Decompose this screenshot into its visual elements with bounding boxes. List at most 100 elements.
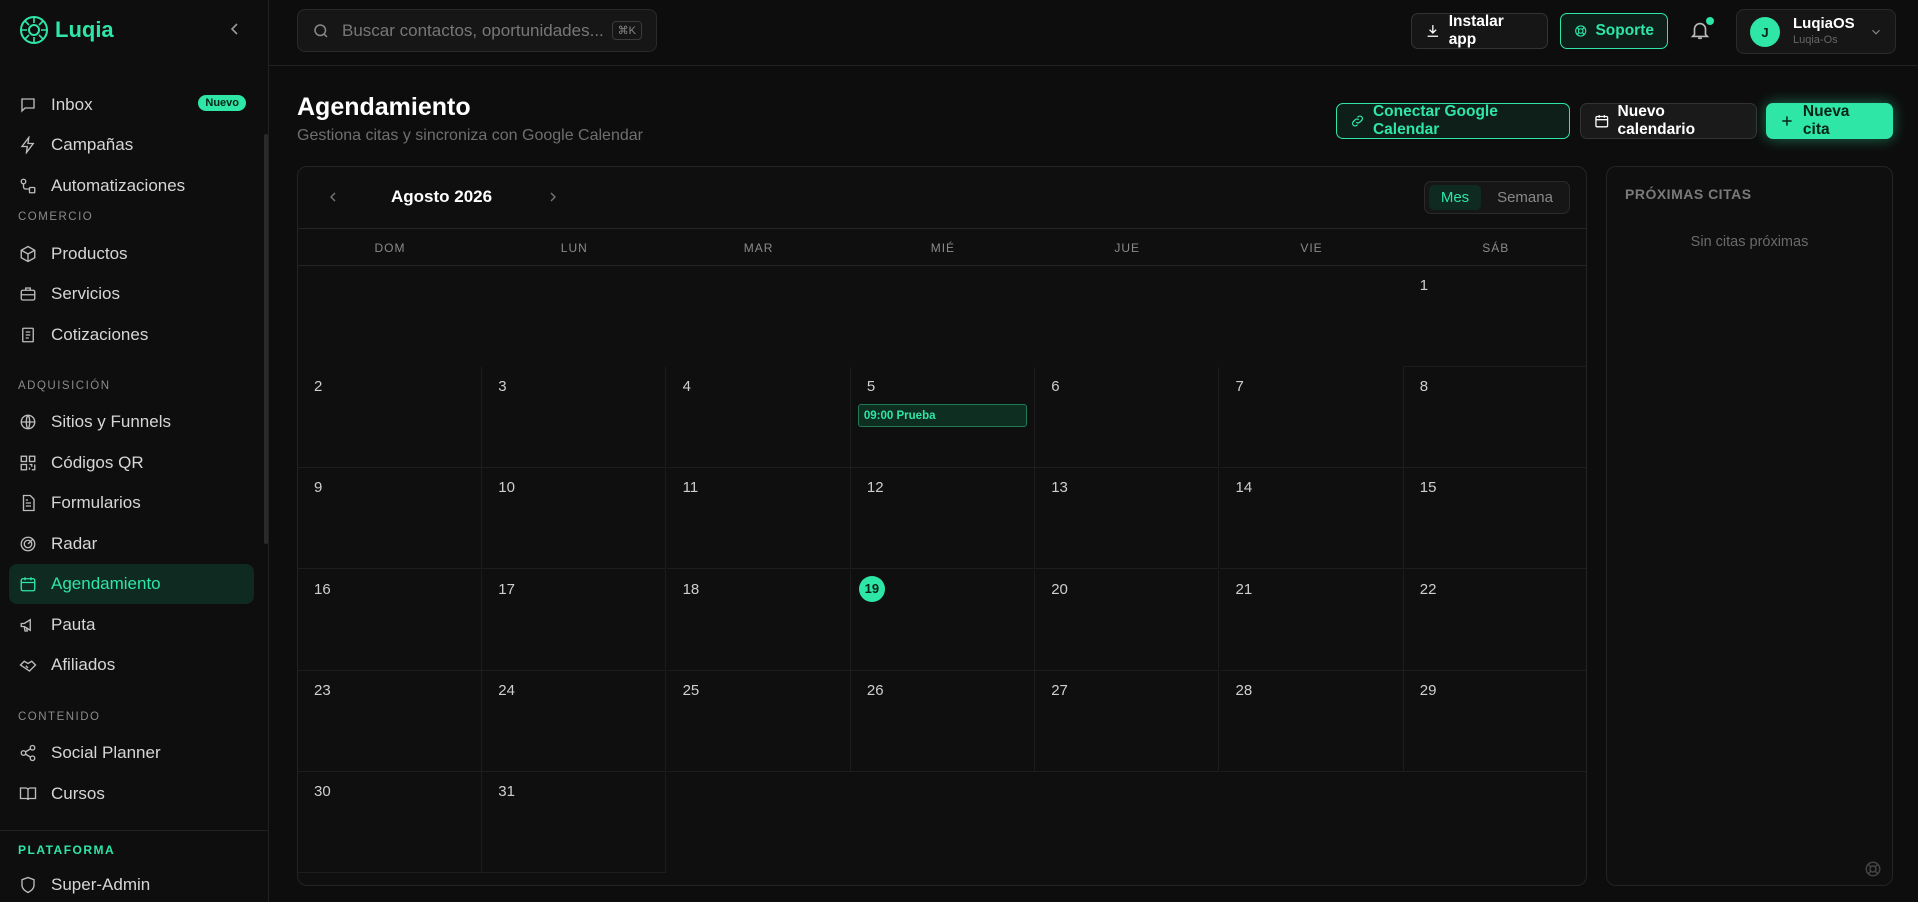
new-appointment-button[interactable]: Nueva cita [1766,103,1893,139]
day-cell[interactable]: 11 [666,468,851,570]
sidebar-item-campaigns[interactable]: Campañas [9,125,254,165]
search-box[interactable]: ⌘K [297,9,657,52]
sidebar-item-social-planner[interactable]: Social Planner [9,733,254,773]
brand-name: Luqia [55,17,114,42]
chevron-left-icon [230,23,238,35]
sidebar-item-super-admin[interactable]: Super-Admin [9,865,254,902]
day-cell[interactable]: 19 [850,569,1035,671]
chevron-left-icon [330,192,336,202]
day-number: 7 [1235,378,1244,396]
day-cell[interactable]: 21 [1219,569,1404,671]
new-badge: Nuevo [198,95,246,111]
next-month-button[interactable] [545,189,561,205]
sidebar-item-label: Inbox [51,95,93,114]
day-cell[interactable]: 8 [1403,367,1586,469]
day-cell[interactable]: 26 [850,670,1035,772]
upcoming-title: PRÓXIMAS CITAS [1625,186,1752,202]
day-number: 14 [1235,479,1253,497]
day-number: 23 [314,681,331,699]
day-cell[interactable]: 17 [482,569,667,671]
day-cell[interactable]: 12 [850,468,1035,570]
search-input[interactable] [342,20,612,41]
sidebar-item-products[interactable]: Productos [9,234,254,274]
lifebuoy-icon [1575,25,1587,37]
empty-cell [1404,772,1586,873]
day-cell[interactable]: 13 [1035,468,1220,570]
help-button[interactable] [1864,860,1882,878]
collapse-sidebar-button[interactable] [225,19,245,39]
luqia-logo-icon [20,16,48,44]
new-calendar-button[interactable]: Nuevo calendario [1580,103,1757,139]
day-cell[interactable]: 18 [666,569,851,671]
handshake-icon [19,660,37,672]
section-label-plataforma: PLATAFORMA [18,843,116,857]
sidebar-item-scheduling[interactable]: Agendamiento [9,564,254,604]
day-cell[interactable]: 24 [482,670,667,772]
section-label-contenido: CONTENIDO [18,711,101,723]
weekday-label: SÁB [1482,241,1510,255]
month-view-button[interactable]: Mes [1429,185,1481,210]
day-cell[interactable]: 30 [298,772,482,873]
day-cell[interactable]: 3 [482,367,667,469]
sidebar-item-forms[interactable]: Formularios [9,483,254,523]
day-cell[interactable]: 5 09:00 Prueba [850,367,1035,469]
sidebar-item-label: Afiliados [51,655,116,674]
day-cell[interactable]: 16 [298,569,482,671]
sidebar-item-sites[interactable]: Sitios y Funnels [9,402,254,442]
page-title: Agendamiento [297,93,471,121]
calendar-event[interactable]: 09:00 Prueba [857,404,1027,428]
day-number: 8 [1419,378,1429,396]
sidebar-item-qr[interactable]: Códigos QR [9,443,254,483]
day-cell[interactable]: 23 [298,670,482,772]
day-number: 2 [314,378,323,396]
empty-cell [482,266,666,367]
day-cell[interactable]: 7 [1219,367,1404,469]
notification-dot [1706,17,1714,25]
day-cell[interactable]: 10 [482,468,667,570]
user-menu[interactable]: J LuqiaOS Luqia-Os [1736,9,1896,54]
day-cell[interactable]: 27 [1035,670,1220,772]
day-cell[interactable]: 14 [1219,468,1404,570]
day-number: 3 [498,378,507,396]
sidebar-item-radar[interactable]: Radar [9,524,254,564]
day-number: 10 [498,479,515,497]
install-app-button[interactable]: Instalar app [1411,13,1548,49]
previous-month-button[interactable] [325,189,341,205]
day-cell[interactable]: 15 [1403,468,1586,570]
sidebar-item-automations[interactable]: Automatizaciones [9,166,254,206]
day-cell[interactable]: 2 [298,367,482,469]
sidebar-scrollbar[interactable] [264,134,268,544]
support-button[interactable]: Soporte [1560,13,1668,49]
sidebar-item-quotes[interactable]: Cotizaciones [9,315,254,355]
day-cell[interactable]: 25 [666,670,851,772]
sidebar-item-label: Super-Admin [51,875,151,894]
shield-icon [21,876,35,894]
calendar-header: Agosto 2026 Mes Semana [298,167,1586,229]
weekday-label: VIE [1300,241,1323,255]
package-icon [20,245,36,263]
sidebar-item-inbox[interactable]: Inbox Nuevo [9,85,254,125]
day-cell[interactable]: 31 [482,772,667,873]
month-label: Agosto 2026 [391,187,493,206]
day-cell[interactable]: 4 [666,367,851,469]
day-number: 12 [866,479,884,497]
sidebar-item-services[interactable]: Servicios [9,274,254,314]
sidebar-nav: Inbox Nuevo Campañas Automatizaciones CO… [0,68,264,830]
sidebar-item-courses[interactable]: Cursos [9,774,254,814]
week-view-button[interactable]: Semana [1485,185,1565,210]
connect-google-calendar-button[interactable]: Conectar Google Calendar [1336,103,1570,139]
sidebar-item-ads[interactable]: Pauta [9,605,254,645]
sidebar-item-label: Códigos QR [51,453,144,472]
sidebar-item-affiliates[interactable]: Afiliados [9,645,254,685]
day-cell[interactable]: 6 [1035,367,1220,469]
briefcase-icon [20,287,36,301]
day-cell[interactable]: 9 [298,468,482,570]
day-cell[interactable]: 20 [1035,569,1220,671]
day-cell[interactable]: 1 [1403,266,1586,367]
day-cell[interactable]: 28 [1219,670,1404,772]
install-app-label: Instalar app [1448,13,1504,48]
logo[interactable]: Luqia [19,14,114,46]
day-cell[interactable]: 29 [1403,671,1586,772]
sidebar-item-label: Agendamiento [51,574,161,593]
day-cell[interactable]: 22 [1403,570,1586,671]
